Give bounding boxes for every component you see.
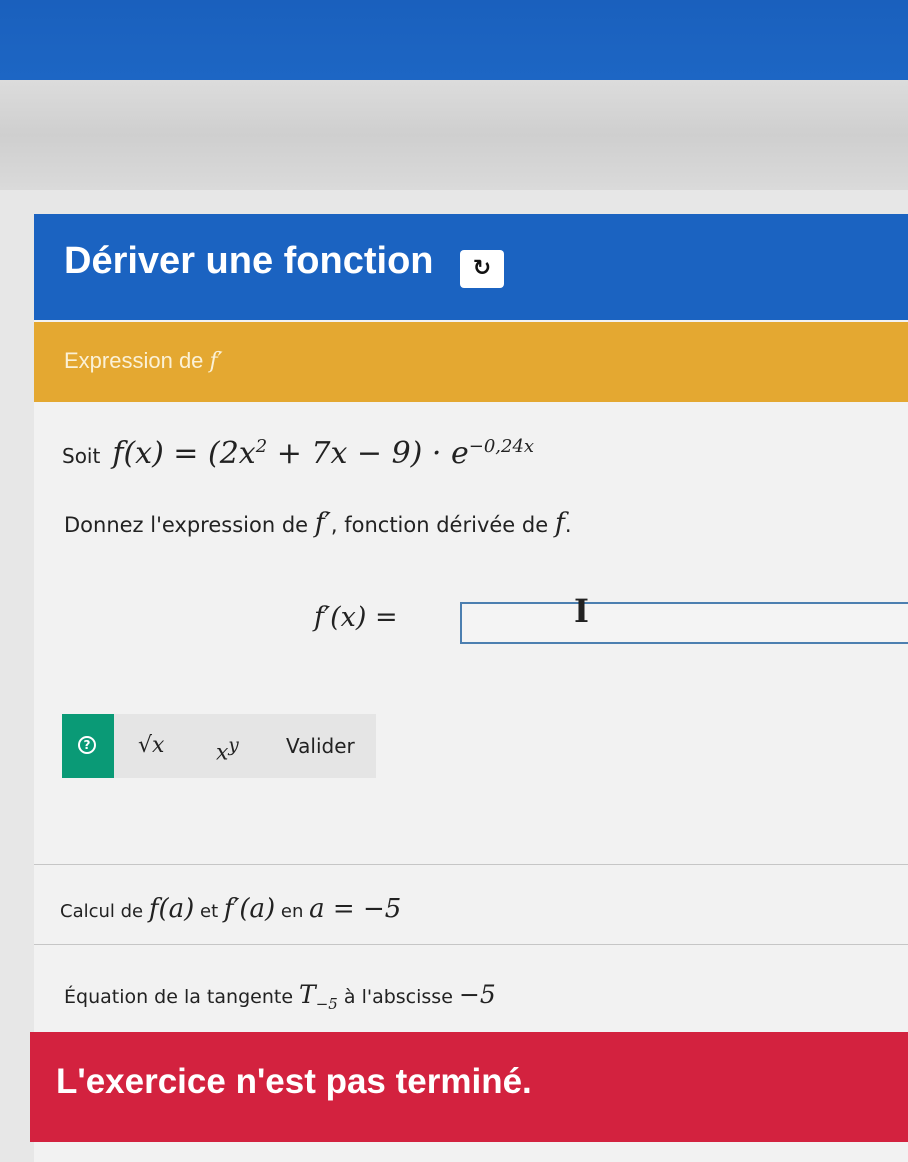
exercise-card: Dériver une fonction ↻ Expression de f′ … <box>30 214 908 1162</box>
calc-text-3: en <box>275 901 310 922</box>
divider <box>34 944 908 945</box>
function-statement: Soit f(x) = (2x2 + 7x − 9) · e−0,24x <box>62 436 534 471</box>
function-formula: f(x) = (2x2 + 7x − 9) · e−0,24x <box>112 436 534 471</box>
refresh-button[interactable]: ↻ <box>460 250 504 288</box>
power-exponent: y <box>228 735 239 756</box>
status-banner: L'exercice n'est pas terminé. <box>30 1032 908 1142</box>
derivative-answer-input[interactable] <box>460 602 908 644</box>
answer-label: f′(x) = <box>314 602 398 633</box>
math-toolbar: ? √x xy Valider <box>62 714 376 778</box>
power-base: x <box>216 740 229 766</box>
instruction-symbol-1: f′ <box>314 508 331 539</box>
calc-math-3: a = −5 <box>309 894 402 924</box>
refresh-icon: ↻ <box>472 256 492 281</box>
help-button[interactable]: ? <box>62 714 114 778</box>
calc-text-2: et <box>194 901 224 922</box>
section-title-symbol: f′ <box>209 349 223 374</box>
instruction-symbol-2: f <box>554 508 565 539</box>
instruction-text: Donnez l'expression de f′, fonction déri… <box>64 508 572 539</box>
calc-math-1: f(a) <box>148 894 195 924</box>
status-text: L'exercice n'est pas terminé. <box>56 1062 532 1101</box>
formula-lhs: f(x) = (2x <box>112 436 256 471</box>
top-bar <box>0 0 908 80</box>
sqrt-button[interactable]: √x <box>138 714 164 778</box>
tangent-math-2: −5 <box>458 980 496 1009</box>
section-title: Expression de f′ <box>64 348 223 374</box>
statement-prefix: Soit <box>62 444 101 468</box>
tangent-text-1: Équation de la tangente <box>64 986 300 1008</box>
formula-exponent-1: 2 <box>255 436 268 457</box>
tangent-symbol: T <box>299 980 316 1009</box>
exercise-title: Dériver une fonction <box>64 240 434 282</box>
formula-exponent-2: −0,24x <box>468 436 535 457</box>
step-calc-values[interactable]: Calcul de f(a) et f′(a) en a = −5 <box>60 894 401 924</box>
divider <box>34 864 908 865</box>
formula-mid: + 7x − 9) · e <box>267 436 469 471</box>
instruction-part-1: Donnez l'expression de <box>64 513 315 537</box>
tangent-math-1: T−5 <box>299 980 338 1013</box>
step-tangent-equation[interactable]: Équation de la tangente T−5 à l'abscisse… <box>64 980 496 1013</box>
validate-button[interactable]: Valider <box>286 714 355 778</box>
instruction-part-3: . <box>564 513 572 537</box>
tangent-text-2: à l'abscisse <box>337 986 459 1008</box>
exercise-header: Dériver une fonction ↻ <box>34 214 908 320</box>
section-title-text: Expression de <box>64 348 210 373</box>
section-expression-header[interactable]: Expression de f′ <box>34 322 908 402</box>
calc-text-1: Calcul de <box>60 901 149 922</box>
instruction-part-2: , fonction dérivée de <box>330 513 555 537</box>
tangent-subscript: −5 <box>315 995 338 1013</box>
text-cursor-icon: I <box>574 592 589 630</box>
navigation-band <box>0 80 908 190</box>
question-icon: ? <box>78 736 96 754</box>
power-button[interactable]: xy <box>216 714 239 778</box>
calc-math-2: f′(a) <box>223 894 276 924</box>
